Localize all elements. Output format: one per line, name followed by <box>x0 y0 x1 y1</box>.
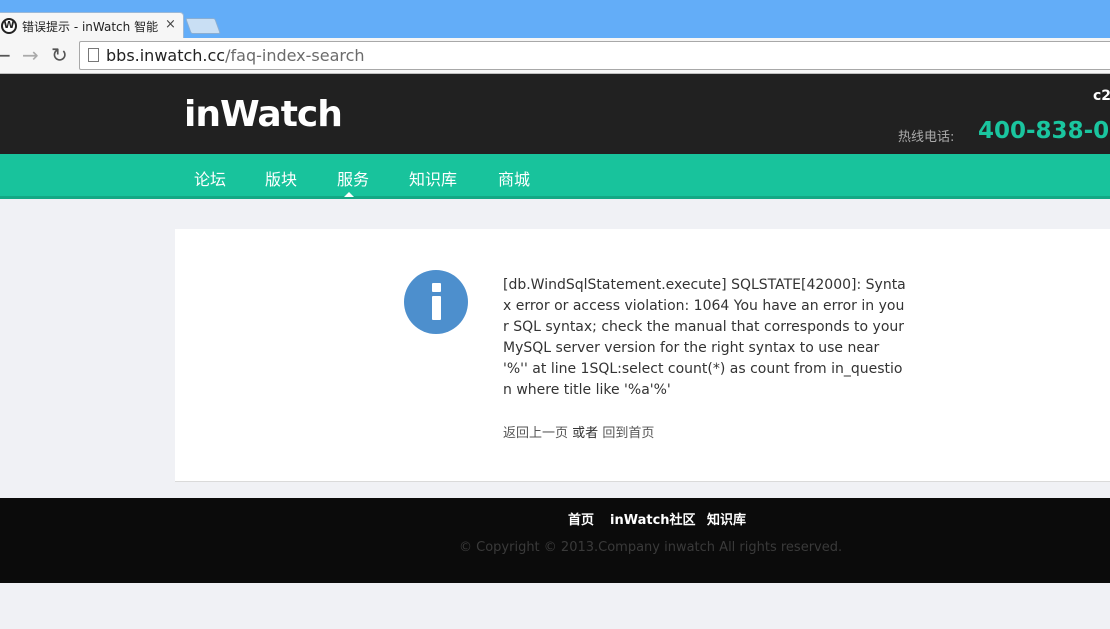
browser-tab[interactable]: W 错误提示 - inWatch 智能 × <box>0 12 184 38</box>
main-nav: 论坛 版块 服务 知识库 商城 <box>0 154 1110 199</box>
new-tab-button[interactable] <box>185 18 221 34</box>
active-nav-indicator <box>344 192 354 197</box>
or-text: 或者 <box>572 426 599 441</box>
nav-item-boards[interactable]: 版块 <box>265 166 297 190</box>
hotline-number: 400-838-010 <box>978 118 1110 144</box>
go-home-link[interactable]: 回到首页 <box>602 426 654 441</box>
user-name[interactable]: c2 <box>1093 88 1110 104</box>
error-actions: 返回上一页 或者 回到首页 <box>503 422 654 441</box>
footer-link-home[interactable]: 首页 <box>568 509 594 528</box>
browser-toolbar: ← → ↻ bbs.inwatch.cc/faq-index-search <box>0 38 1110 74</box>
page-icon <box>88 48 99 62</box>
tab-title: 错误提示 - inWatch 智能 <box>22 20 159 34</box>
site-footer: 首页 inWatch社区 知识库 © Copyright © 2013.Comp… <box>0 498 1110 583</box>
reload-icon[interactable]: ↻ <box>51 44 68 66</box>
back-arrow-icon[interactable]: ← <box>0 44 11 66</box>
go-back-link[interactable]: 返回上一页 <box>503 426 568 441</box>
tab-close-icon[interactable]: × <box>165 17 176 32</box>
nav-item-shop[interactable]: 商城 <box>498 166 530 190</box>
footer-link-knowledge-base[interactable]: 知识库 <box>707 509 746 528</box>
forward-arrow-icon[interactable]: → <box>22 44 39 66</box>
nav-item-forum[interactable]: 论坛 <box>194 166 226 190</box>
site-favicon-icon: W <box>1 18 17 34</box>
url-text[interactable]: bbs.inwatch.cc/faq-index-search <box>106 46 365 65</box>
error-panel: [db.WindSqlStatement.execute] SQLSTATE[4… <box>175 229 1110 482</box>
error-message: [db.WindSqlStatement.execute] SQLSTATE[4… <box>503 277 906 398</box>
hotline-label: 热线电话: <box>898 130 955 145</box>
copyright-text: © Copyright © 2013.Company inwatch All r… <box>459 540 843 555</box>
info-icon <box>404 270 468 334</box>
footer-link-community[interactable]: inWatch社区 <box>610 509 696 528</box>
browser-tabstrip: W 错误提示 - inWatch 智能 × <box>0 0 1110 38</box>
site-logo[interactable]: inWatch <box>184 94 343 135</box>
nav-item-service[interactable]: 服务 <box>337 166 369 190</box>
site-header: inWatch c2 热线电话: 400-838-010 <box>0 74 1110 154</box>
address-bar[interactable]: bbs.inwatch.cc/faq-index-search <box>79 41 1110 70</box>
nav-item-knowledge-base[interactable]: 知识库 <box>409 166 457 190</box>
